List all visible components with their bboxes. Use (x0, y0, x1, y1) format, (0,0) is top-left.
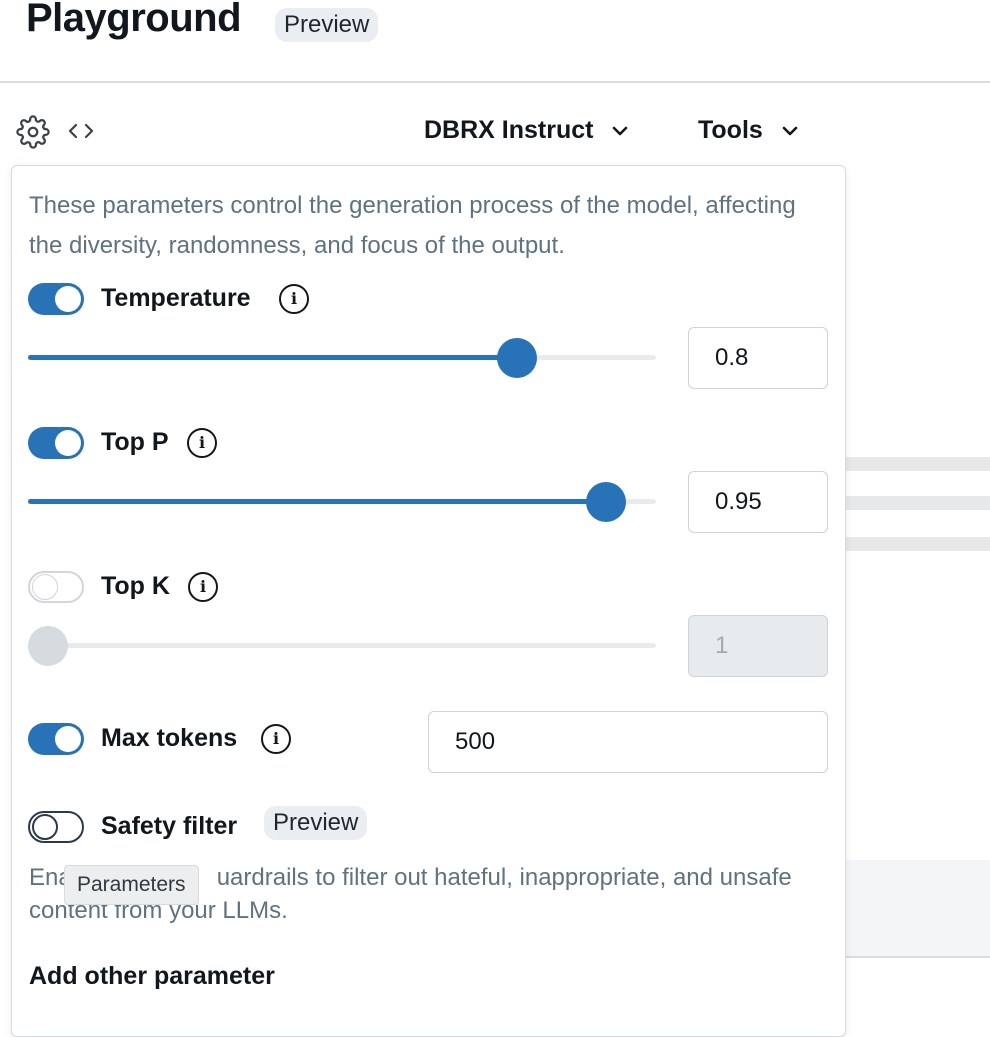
top-k-toggle[interactable] (28, 571, 84, 603)
toggle-knob (55, 726, 81, 752)
top-p-slider-fill (28, 499, 606, 504)
toggle-knob (32, 814, 58, 840)
background-placeholder-line (846, 457, 990, 471)
background-placeholder-line (846, 537, 990, 551)
top-p-label: Top P (101, 428, 169, 456)
tools-dropdown-label: Tools (698, 116, 763, 144)
toggle-knob (32, 574, 58, 600)
max-tokens-input[interactable]: 500 (428, 711, 828, 773)
max-tokens-toggle[interactable] (28, 723, 84, 755)
top-p-input[interactable]: 0.95 (688, 471, 828, 533)
info-icon[interactable]: i (279, 284, 309, 314)
preview-badge: Preview (275, 8, 379, 42)
model-dropdown-label: DBRX Instruct (424, 116, 594, 144)
toggle-knob (55, 286, 81, 312)
panel-description: These parameters control the generation … (29, 192, 796, 259)
top-k-label: Top K (101, 572, 170, 600)
safety-preview-badge: Preview (264, 806, 368, 840)
background-placeholder-line (846, 496, 990, 510)
top-k-slider-thumb (28, 626, 68, 666)
temperature-slider-fill (28, 355, 517, 360)
max-tokens-label: Max tokens (101, 724, 238, 752)
temperature-slider-thumb[interactable] (497, 338, 537, 378)
temperature-label: Temperature (101, 284, 251, 312)
safety-filter-label: Safety filter (101, 812, 238, 840)
background-divider (846, 956, 990, 958)
temperature-input[interactable]: 0.8 (688, 327, 828, 389)
top-p-toggle[interactable] (28, 427, 84, 459)
chevron-down-icon (782, 126, 798, 135)
top-k-input: 1 (688, 615, 828, 677)
top-k-slider-track (28, 643, 656, 648)
model-dropdown[interactable]: DBRX Instruct (424, 116, 629, 145)
add-other-parameter[interactable]: Add other parameter (29, 962, 275, 991)
page-title: Playground (26, 0, 242, 40)
info-icon[interactable]: i (188, 572, 218, 602)
header-divider (0, 81, 990, 83)
background-content-block (846, 860, 990, 956)
chevron-down-icon (613, 126, 628, 135)
info-icon[interactable]: i (261, 724, 291, 754)
parameters-tooltip: Parameters (64, 865, 199, 905)
code-icon[interactable] (64, 116, 98, 146)
temperature-toggle[interactable] (28, 283, 84, 315)
toggle-knob (55, 430, 81, 456)
gear-icon[interactable] (16, 115, 50, 149)
tools-dropdown[interactable]: Tools (698, 116, 799, 145)
safety-filter-toggle[interactable] (28, 811, 84, 843)
info-icon[interactable]: i (187, 428, 217, 458)
top-p-slider-thumb[interactable] (586, 482, 626, 522)
